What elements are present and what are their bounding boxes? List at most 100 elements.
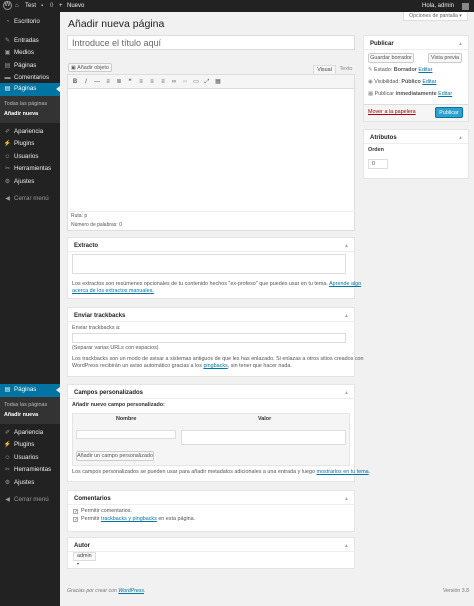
screen-options-label: Opciones de pantalla <box>409 13 458 19</box>
edit-schedule-link[interactable]: Editar <box>438 91 452 97</box>
menu-item-tools[interactable]: ✂ Herramientas <box>0 163 60 176</box>
submenu-item-all-pages[interactable]: Todas las páginas <box>0 99 60 109</box>
menu-item-settings[interactable]: ⚙ Ajustes <box>0 176 60 189</box>
word-count: Número de palabras: 0 <box>71 222 122 228</box>
link-icon[interactable]: ∞ <box>170 78 178 86</box>
author-select[interactable]: admin ▾ <box>73 552 96 566</box>
menu-item-users[interactable]: ☺ Usuarios <box>0 151 60 164</box>
collapse-menu-button[interactable]: ◀ Cerrar menú <box>0 193 60 206</box>
order-input[interactable]: 0 <box>368 159 388 169</box>
column-header-value: Valor <box>258 416 272 422</box>
menu-item-media[interactable]: ▣ Medios <box>0 47 60 60</box>
menu-item-posts[interactable]: ✎ Entradas <box>0 35 60 48</box>
content-editor[interactable]: B I — ≡ ≣ ❝ ≡ ≡ ≡ ∞ ∞ ▭ ⤢ ▦ <box>67 74 355 231</box>
collapse-arrow-icon[interactable]: ▲ <box>344 543 349 549</box>
publish-button[interactable]: Publicar <box>435 107 463 118</box>
wordpress-link[interactable]: WordPress <box>118 588 144 594</box>
greeting[interactable]: Hola, admin <box>422 3 454 9</box>
add-media-button[interactable]: ▣ Añadir objeto <box>68 63 112 72</box>
comments-box-header[interactable]: Comentarios ▲ <box>68 491 354 505</box>
trackbacks-input[interactable] <box>72 333 346 343</box>
brush-icon: ✐ <box>4 128 11 135</box>
edit-visibility-link[interactable]: Editar <box>422 79 436 85</box>
comment-bubble-icon[interactable]: ▪ <box>41 3 43 9</box>
comments-count[interactable]: 0 <box>50 3 53 9</box>
blockquote-icon[interactable]: ❝ <box>126 78 134 86</box>
save-draft-button[interactable]: Guardar borrador <box>368 53 414 63</box>
excerpt-textarea[interactable] <box>72 254 346 274</box>
menu-label: Apariencia <box>14 127 44 135</box>
submenu-item-add-new[interactable]: Añadir nueva <box>0 410 60 420</box>
submenu-item-all-pages[interactable]: Todas las páginas <box>0 400 60 410</box>
collapse-arrow-icon[interactable]: ▲ <box>344 313 349 319</box>
add-custom-field-button[interactable]: Añadir un campo personalizado <box>76 451 154 461</box>
allow-pings-checkbox[interactable]: ✓ <box>73 517 78 523</box>
editor-path: Ruta: p <box>71 213 88 219</box>
allow-comments-checkbox[interactable]: ✓ <box>73 509 78 515</box>
collapse-arrow-icon[interactable]: ▲ <box>344 390 349 396</box>
excerpt-box-header[interactable]: Extracto ▲ <box>68 238 354 252</box>
custom-field-name-input[interactable] <box>76 430 176 439</box>
preview-button[interactable]: Vista previa <box>428 53 462 63</box>
menu-item-dashboard[interactable]: ◔ Escritorio <box>0 16 60 29</box>
page-title: Añadir nueva página <box>68 18 165 30</box>
bullet-list-icon[interactable]: ≡ <box>104 78 112 86</box>
bold-icon[interactable]: B <box>71 78 79 86</box>
menu-label: Herramientas <box>14 466 52 474</box>
collapse-arrow-icon[interactable]: ▲ <box>458 41 463 47</box>
numbered-list-icon[interactable]: ≣ <box>115 78 123 86</box>
footer-thanks-b: . <box>144 588 146 594</box>
dashboard-icon: ◔ <box>5 19 10 25</box>
toolbar-toggle-icon[interactable]: ▦ <box>214 78 222 86</box>
menu-item-appearance[interactable]: ✐ Apariencia <box>0 126 60 139</box>
custom-fields-box-header[interactable]: Campos personalizados ▲ <box>68 385 354 399</box>
comments-title: Comentarios <box>74 496 111 502</box>
tab-text[interactable]: Texto <box>337 65 355 74</box>
unlink-icon[interactable]: ∞ <box>181 78 189 86</box>
wordpress-logo-icon[interactable]: W <box>3 1 12 10</box>
menu-item-pages-current[interactable]: ▤ Páginas <box>0 83 60 96</box>
custom-fields-help-link[interactable]: mostrarlos en tu tema <box>317 469 369 475</box>
fullscreen-icon[interactable]: ⤢ <box>203 78 211 86</box>
screen-options-button[interactable]: Opciones de pantalla ▾ <box>403 12 468 21</box>
trash-link[interactable]: Mover a la papelera <box>368 109 416 116</box>
collapse-menu-button[interactable]: ◀ Cerrar menú <box>0 494 60 507</box>
trackbacks-box-header[interactable]: Enviar trackbacks ▲ <box>68 308 354 322</box>
tab-visual[interactable]: Visual <box>313 65 336 74</box>
excerpt-help-link[interactable]: Aprende algo <box>329 281 361 287</box>
menu-item-appearance[interactable]: ✐ Apariencia <box>0 427 60 440</box>
menu-item-tools[interactable]: ✂ Herramientas <box>0 464 60 477</box>
new-content-link[interactable]: Nuevo <box>67 3 84 9</box>
column-header-name: Nombre <box>116 416 137 422</box>
avatar[interactable] <box>462 2 469 10</box>
more-tag-icon[interactable]: ▭ <box>192 78 200 86</box>
trackbacks-help-1: Los trackbacks son un modo de avisar a s… <box>72 356 364 362</box>
site-name-link[interactable]: Test <box>25 3 36 9</box>
pingbacks-link[interactable]: pingbacks <box>203 363 227 369</box>
page-icon: ▤ <box>4 62 11 69</box>
strikethrough-icon[interactable]: — <box>93 78 101 86</box>
collapse-arrow-icon[interactable]: ▲ <box>458 135 463 141</box>
excerpt-help-link-2[interactable]: acerca de los extractos manuales. <box>72 288 154 294</box>
menu-item-pages-current[interactable]: ▤ Páginas <box>0 384 60 397</box>
allow-comments-label: Permitir comentarios. <box>81 508 132 514</box>
menu-item-pages[interactable]: ▤ Páginas <box>0 60 60 73</box>
menu-item-plugins[interactable]: ⚡ Plugins <box>0 439 60 452</box>
align-right-icon[interactable]: ≡ <box>159 78 167 86</box>
submenu-item-add-new[interactable]: Añadir nueva <box>0 109 60 119</box>
menu-item-plugins[interactable]: ⚡ Plugins <box>0 138 60 151</box>
align-left-icon[interactable]: ≡ <box>137 78 145 86</box>
trackbacks-pingbacks-link[interactable]: trackbacks y pingbacks <box>101 516 157 522</box>
edit-status-link[interactable]: Editar <box>418 67 432 73</box>
italic-icon[interactable]: I <box>82 78 90 86</box>
author-box-header[interactable]: Autor ▲ <box>68 538 354 552</box>
publish-box-header[interactable]: Publicar ▲ <box>364 36 468 50</box>
collapse-arrow-icon[interactable]: ▲ <box>344 243 349 249</box>
attributes-box-header[interactable]: Atributos ▲ <box>364 130 468 144</box>
align-center-icon[interactable]: ≡ <box>148 78 156 86</box>
menu-item-users[interactable]: ☺ Usuarios <box>0 452 60 465</box>
custom-field-value-textarea[interactable] <box>181 430 346 445</box>
title-input[interactable]: Introduce el título aquí <box>67 35 355 50</box>
menu-item-settings[interactable]: ⚙ Ajustes <box>0 477 60 490</box>
collapse-arrow-icon[interactable]: ▲ <box>344 496 349 502</box>
